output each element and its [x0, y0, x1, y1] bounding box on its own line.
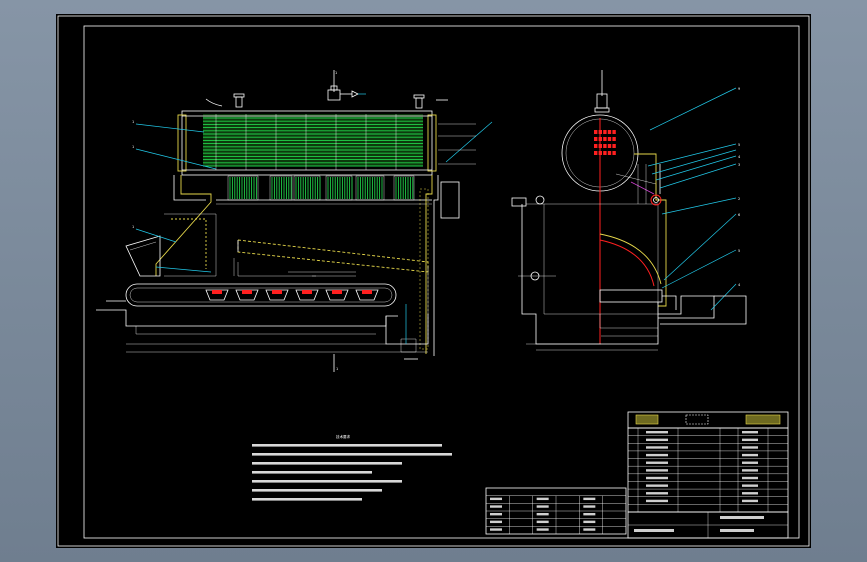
- air-chambers: [205, 289, 379, 301]
- notes-text-lines: [252, 444, 452, 501]
- material-table: [485, 487, 627, 535]
- boiler-assembly-drawing: 1 1 1 1 1 9 5 4 3 2 6 5 4 技术要求: [57, 15, 810, 547]
- section-mark-top: 1: [335, 71, 337, 75]
- top-fittings: [205, 70, 448, 109]
- callout-right-8: 4: [738, 283, 741, 287]
- outer-frame: [57, 15, 810, 547]
- callout-right-2: 5: [738, 143, 740, 147]
- inner-frame: [83, 25, 800, 539]
- callout-right-3: 4: [738, 155, 741, 159]
- legend-swatch-refractory: [635, 414, 659, 425]
- upper-drum: [177, 110, 437, 176]
- drawing-sheet: 1 1 1 1 1 9 5 4 3 2 6 5 4 技术要求: [56, 14, 811, 548]
- drum-tube-ends: [594, 130, 616, 155]
- side-view: 9 5 4 3 2 6 5 4: [511, 70, 747, 351]
- callout-left-1: 1: [132, 120, 134, 124]
- callout-right-7: 5: [738, 249, 740, 253]
- notes-title: 技术要求: [336, 434, 350, 439]
- front-view: 1 1 1 1 1: [96, 70, 493, 372]
- legend-swatch-insulation: [745, 414, 781, 425]
- callout-right-5: 2: [738, 197, 740, 201]
- water-wall-tubes: [216, 175, 432, 205]
- technical-notes: 技术要求: [252, 434, 452, 501]
- chain-grate-stoker: [96, 266, 429, 353]
- parts-list-title-block: [627, 411, 789, 539]
- callout-left-2: 1: [132, 145, 134, 149]
- callout-left-3: 1: [132, 225, 134, 229]
- furnace-walls: [125, 175, 460, 356]
- callout-right-1: 9: [738, 87, 740, 91]
- section-mark: 1: [336, 367, 338, 371]
- cad-viewport: 1 1 1 1 1 9 5 4 3 2 6 5 4 技术要求: [0, 0, 867, 562]
- callout-right-4: 3: [738, 163, 740, 167]
- legend-swatch-brick: [685, 414, 709, 425]
- callout-right-6: 6: [738, 213, 740, 217]
